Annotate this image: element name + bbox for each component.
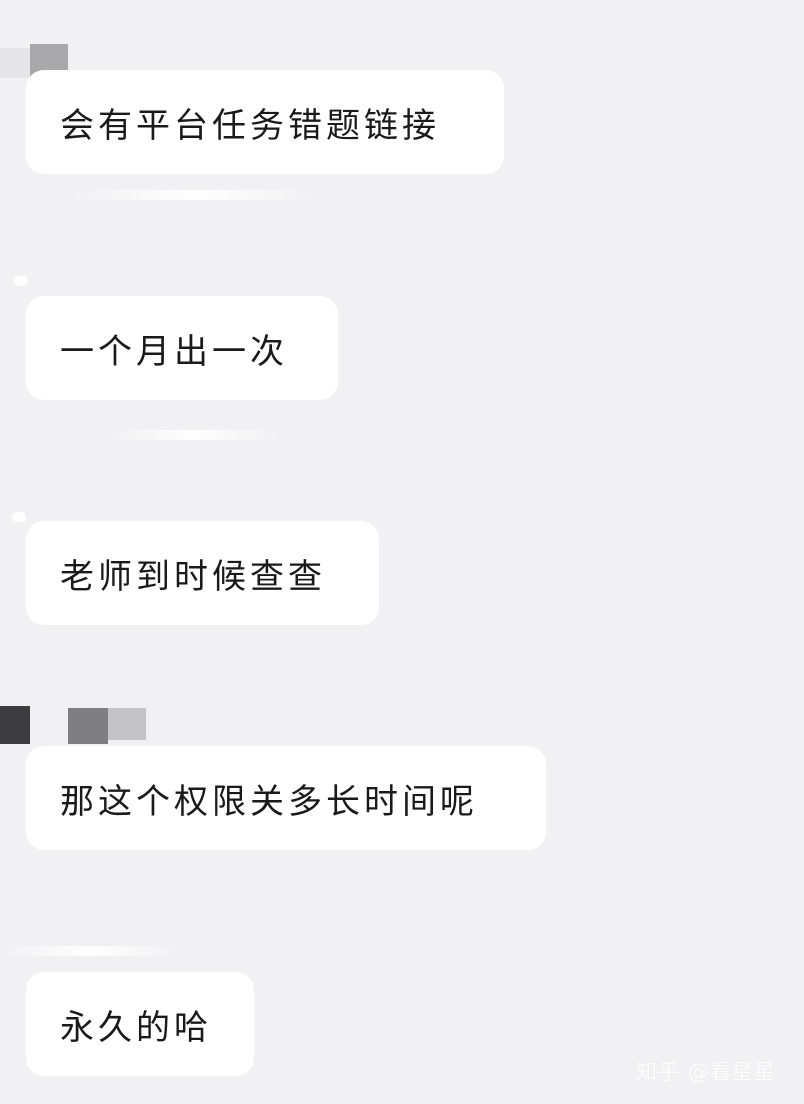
message-bubble[interactable]: 那这个权限关多长时间呢 (26, 746, 546, 850)
sender-name-pixel-light (108, 708, 146, 740)
blur-streak (110, 430, 280, 440)
sender-name-pixel-mid (68, 708, 108, 744)
message-bubble[interactable]: 永久的哈 (26, 972, 254, 1076)
sender-name-pixel (0, 48, 30, 78)
blur-streak (0, 946, 180, 956)
blur-dot (14, 276, 28, 286)
zhihu-watermark: 知乎 @看星星 (636, 1060, 776, 1084)
sender-avatar-pixel-dark (0, 706, 30, 744)
blur-dot (12, 512, 26, 522)
message-text: 一个月出一次 (60, 331, 288, 372)
message-text: 那这个权限关多长时间呢 (60, 781, 478, 822)
message-text: 永久的哈 (60, 1007, 212, 1048)
message-text: 老师到时候查查 (60, 556, 326, 597)
message-bubble[interactable]: 老师到时候查查 (26, 521, 379, 625)
message-bubble[interactable]: 会有平台任务错题链接 (26, 70, 504, 174)
message-text: 会有平台任务错题链接 (60, 105, 440, 146)
blur-streak (70, 190, 320, 200)
message-bubble[interactable]: 一个月出一次 (26, 296, 338, 400)
